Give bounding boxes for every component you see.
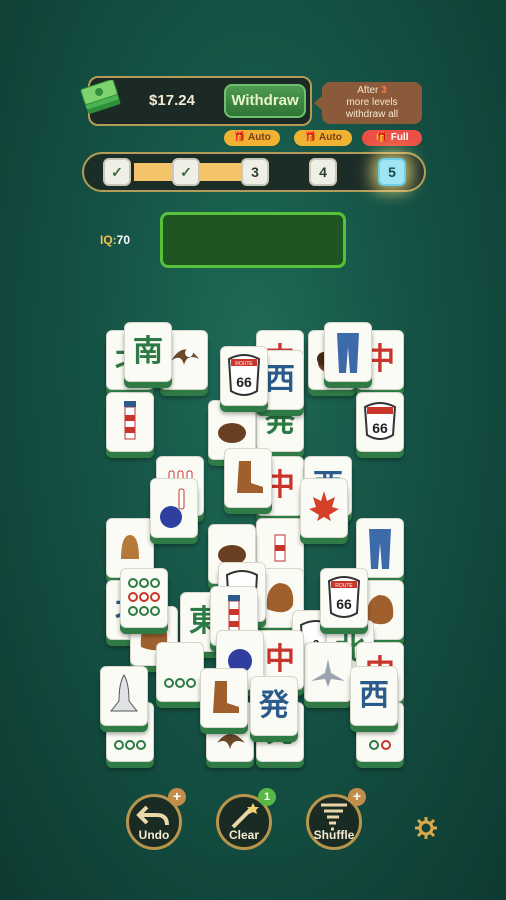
mahjong-tile-cowboy-boot[interactable] <box>224 448 272 508</box>
mahjong-tile-maple-leaf[interactable] <box>300 478 348 538</box>
lighthouse-icon <box>124 401 136 440</box>
mahjong-tile[interactable]: 発 <box>250 676 298 736</box>
step-5-current: 5 <box>378 158 406 186</box>
svg-text:66: 66 <box>336 596 352 612</box>
gift-icon: 🎁 <box>304 132 317 143</box>
mahjong-tile-circles[interactable] <box>156 642 204 702</box>
undo-label: Undo <box>138 828 170 842</box>
full-tag: 🎁 Full <box>362 130 422 146</box>
svg-text:66: 66 <box>372 420 388 436</box>
route66-sign-icon: ROUTE 66 <box>227 354 261 396</box>
svg-text:66: 66 <box>236 374 252 390</box>
mahjong-tile-route66[interactable]: 66 <box>356 392 404 452</box>
info-line3: withdraw all <box>345 109 399 120</box>
step-4: 4 <box>309 158 337 186</box>
gift-icon: 🎁 <box>233 132 246 143</box>
cowboy-boot-icon <box>213 681 239 713</box>
mahjong-tile-route66[interactable]: ROUTE 66 <box>220 346 268 406</box>
gift-icon: 🎁 <box>375 132 388 143</box>
step-1-check: ✓ <box>103 158 131 186</box>
mahjong-tile-jet[interactable] <box>304 642 352 702</box>
info-prefix: After <box>357 85 382 96</box>
clear-count-badge: 1 <box>258 788 276 806</box>
route66-sign-icon: 66 <box>363 402 397 440</box>
mahjong-tile-space-shuttle[interactable] <box>100 666 148 726</box>
balance-amount: $17.24 <box>149 92 195 109</box>
bowling-ball-icon <box>160 488 185 528</box>
iq-value: 70 <box>116 233 131 247</box>
jeans-icon <box>337 333 359 373</box>
three-circle-icon <box>164 678 196 688</box>
bonus-panel <box>160 212 346 268</box>
cowboy-boot-icon <box>237 461 263 493</box>
fighter-jet-icon <box>311 659 345 687</box>
shuffle-plus-badge[interactable]: + <box>348 788 366 806</box>
mahjong-tile-cowboy-boot[interactable] <box>200 668 248 728</box>
withdraw-button[interactable]: Withdraw <box>224 84 306 118</box>
svg-text:ROUTE: ROUTE <box>335 583 353 589</box>
nine-circle-icon <box>128 578 160 616</box>
levels-remaining: 3 <box>381 85 387 96</box>
step-2-check: ✓ <box>172 158 200 186</box>
iq-indicator: IQ:70 <box>100 233 131 247</box>
mahjong-tile-lighthouse[interactable] <box>106 392 154 452</box>
shuffle-label: Shuffle <box>313 828 355 842</box>
space-shuttle-icon <box>109 674 139 712</box>
mahjong-tile-route66[interactable]: ROUTE 66 <box>320 568 368 628</box>
settings-gear-icon[interactable] <box>414 816 438 840</box>
auto-tag-2: 🎁 Auto <box>294 130 352 146</box>
cash-stack-icon <box>80 80 121 114</box>
svg-text:ROUTE: ROUTE <box>235 361 253 367</box>
mahjong-tile-circles[interactable] <box>120 568 168 628</box>
mahjong-tile-bowling[interactable] <box>150 478 198 538</box>
undo-plus-badge[interactable]: + <box>168 788 186 806</box>
withdraw-info-bubble: After 3 more levels withdraw all <box>314 82 422 124</box>
step-3: 3 <box>241 158 269 186</box>
mahjong-tile-jeans[interactable] <box>324 322 372 382</box>
maple-leaf-icon <box>309 491 339 521</box>
route66-sign-icon: ROUTE 66 <box>327 576 361 618</box>
mahjong-tile-west[interactable]: 西 <box>350 666 398 726</box>
auto-tag-1: 🎁 Auto <box>224 130 280 146</box>
mahjong-tile-south[interactable]: 南 <box>124 322 172 382</box>
info-line2: more levels <box>346 97 398 108</box>
clear-label: Clear <box>228 828 260 842</box>
